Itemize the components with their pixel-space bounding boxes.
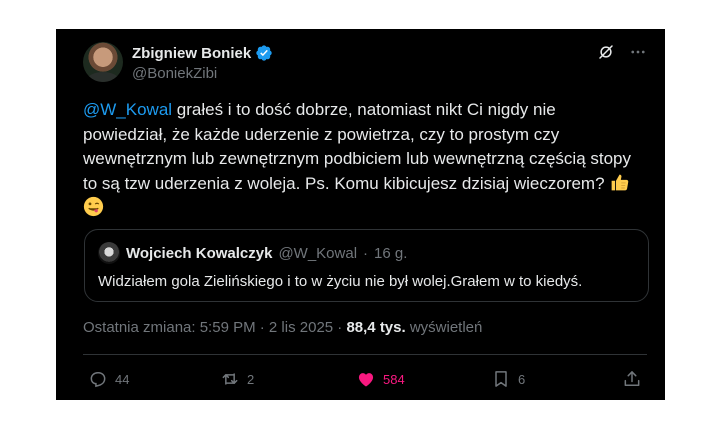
- divider: [83, 354, 647, 355]
- post-meta: Ostatnia zmiana: 5:59 PM · 2 lis 2025 · …: [83, 319, 482, 336]
- quoted-author-handle: @W_Kowal: [278, 244, 358, 262]
- thumbs-up-icon: [611, 174, 629, 190]
- post-text: @W_Kowal grałeś i to dość dobrze, natomi…: [83, 98, 643, 221]
- avatar-shoulders: [87, 72, 119, 82]
- more-options-icon[interactable]: [629, 43, 647, 61]
- winking-tongue-face-icon: [83, 196, 104, 217]
- quoted-time: 16 g.: [374, 244, 408, 262]
- post-card: Zbigniew Boniek @BoniekZibi @W_Kowal gra…: [56, 29, 665, 400]
- author-block: Zbigniew Boniek @BoniekZibi: [132, 44, 273, 82]
- views-count: 88,4 tys.: [346, 319, 406, 336]
- share-icon: [624, 371, 640, 386]
- grok-icon[interactable]: [597, 43, 615, 61]
- quoted-author-avatar: [98, 242, 120, 264]
- quoted-post-header: Wojciech Kowalczyk @W_Kowal · 16 g.: [98, 242, 407, 264]
- like-button[interactable]: 584: [356, 369, 405, 389]
- verified-badge-icon: [256, 45, 272, 61]
- author-avatar[interactable]: [83, 42, 123, 82]
- quoted-post-text: Widziałem gola Zielińskiego i to w życiu…: [98, 273, 583, 290]
- bookmark-icon: [495, 371, 507, 387]
- reply-count: 44: [115, 371, 130, 387]
- post-top-actions: [597, 43, 647, 61]
- quoted-separator: ·: [363, 244, 369, 262]
- quoted-post[interactable]: Wojciech Kowalczyk @W_Kowal · 16 g. Widz…: [84, 229, 649, 302]
- repost-count: 2: [247, 371, 255, 387]
- author-name-row: Zbigniew Boniek: [132, 44, 273, 62]
- reply-button[interactable]: 44: [88, 369, 129, 389]
- repost-icon: [222, 373, 238, 385]
- mention-link[interactable]: @W_Kowal: [83, 100, 172, 119]
- bookmark-count: 6: [518, 371, 526, 387]
- edited-timestamp[interactable]: Ostatnia zmiana: 5:59 PM · 2 lis 2025 ·: [83, 319, 346, 336]
- author-name[interactable]: Zbigniew Boniek: [132, 45, 251, 62]
- like-count: 584: [383, 371, 405, 387]
- quoted-author-name: Wojciech Kowalczyk: [126, 244, 273, 262]
- action-bar: 44 2 584 6: [56, 365, 665, 393]
- repost-button[interactable]: 2: [220, 369, 254, 389]
- heart-icon: [358, 373, 374, 387]
- author-handle[interactable]: @BoniekZibi: [132, 65, 273, 82]
- share-button[interactable]: [622, 369, 642, 389]
- reply-icon: [90, 372, 106, 388]
- bookmark-button[interactable]: 6: [491, 369, 525, 389]
- views-label: wyświetleń: [405, 319, 483, 336]
